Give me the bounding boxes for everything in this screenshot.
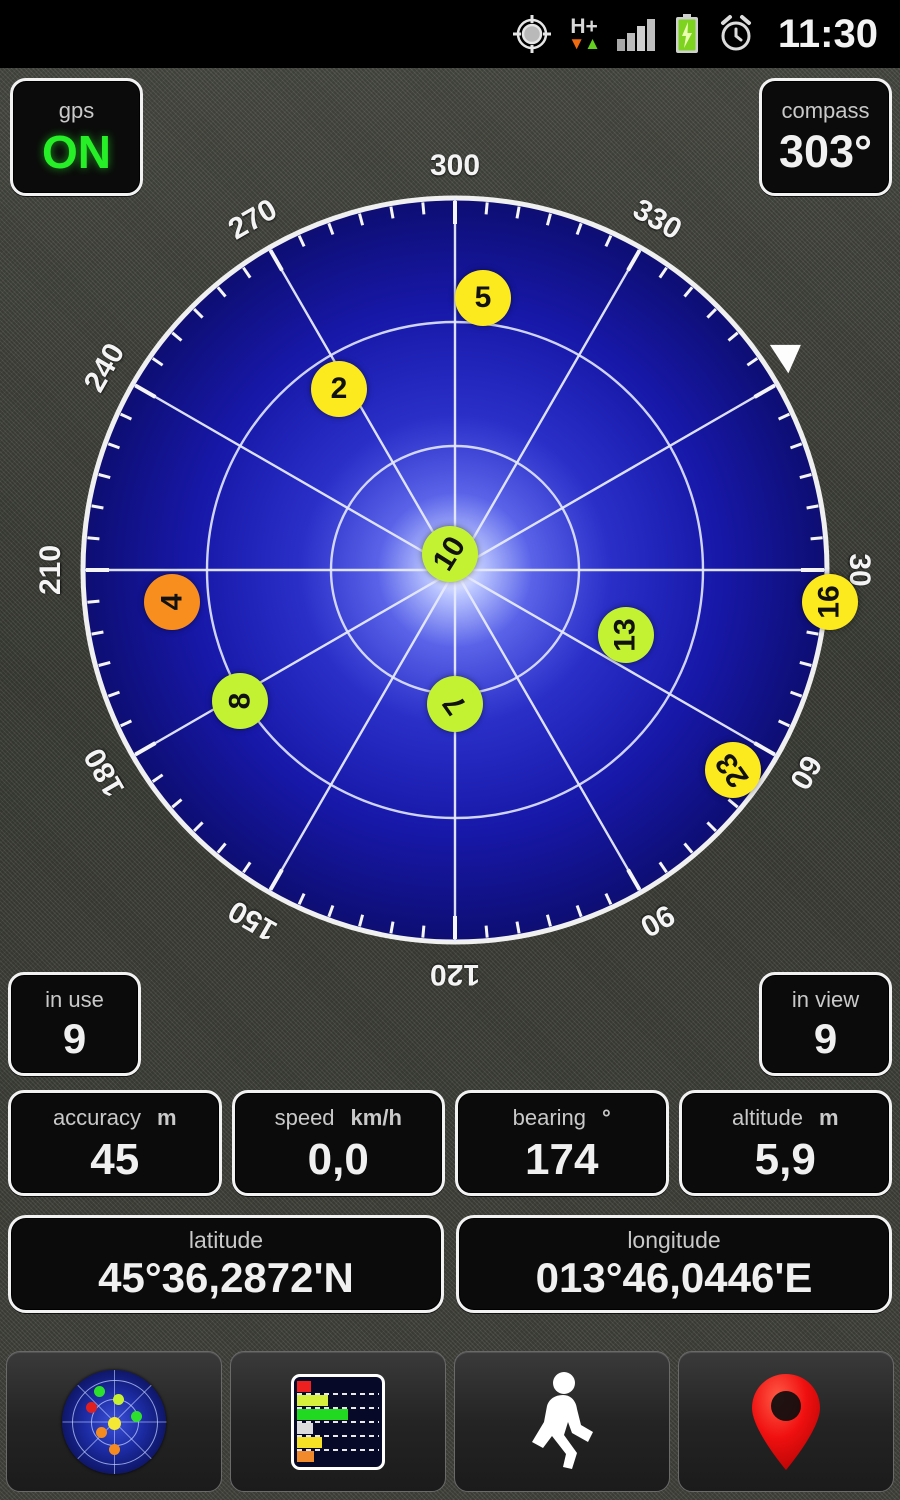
battery-charging-icon: [674, 14, 700, 54]
altitude-panel[interactable]: altitude m 5,9: [678, 1090, 892, 1196]
satellite-marker-5[interactable]: 5: [455, 270, 511, 326]
altitude-label: altitude: [731, 1104, 803, 1130]
radar-icon: [62, 1369, 167, 1474]
bearing-panel[interactable]: bearing ° 174: [455, 1090, 669, 1196]
trip-walking-tab[interactable]: [454, 1351, 670, 1492]
altitude-value: 5,9: [754, 1134, 816, 1184]
gps-status-label: gps: [58, 97, 95, 123]
satellite-id-label: 13: [609, 618, 642, 652]
compass-box[interactable]: compass 303°: [759, 78, 892, 196]
speed-panel[interactable]: speed km/h 0,0: [231, 1090, 445, 1196]
signal-bars-icon: [616, 17, 658, 51]
metrics-row: accuracy m 45 speed km/h 0,0 bearing ° 1…: [8, 1090, 892, 1196]
in-use-value: 9: [62, 1014, 87, 1062]
status-bar: H+ ▼▲ 11:30: [0, 0, 900, 68]
accuracy-value: 45: [90, 1134, 140, 1184]
satellite-id-label: 4: [155, 593, 188, 611]
satellite-id-label: 7: [436, 687, 473, 721]
satellite-marker-2[interactable]: 2: [311, 361, 367, 417]
status-bar-clock: 11:30: [777, 11, 878, 56]
dial-label-210: 210: [34, 544, 67, 596]
satellite-sky-plot[interactable]: 300 330 30 60 90 120 150 180 210 240 270 5 2 10 4 16 13…: [34, 149, 876, 991]
latitude-label: latitude: [188, 1227, 264, 1253]
map-pin-icon: [752, 1373, 820, 1470]
satellite-marker-13[interactable]: 13: [598, 607, 654, 663]
in-view-value: 9: [813, 1014, 838, 1062]
bearing-unit: °: [602, 1104, 611, 1130]
compass-label: compass: [781, 98, 870, 123]
speed-value: 0,0: [307, 1134, 369, 1184]
longitude-label: longitude: [627, 1227, 721, 1253]
accuracy-label: accuracy: [52, 1104, 141, 1130]
satellite-id-label: 10: [426, 530, 473, 577]
walking-person-icon: [532, 1371, 593, 1469]
sky-view-tab[interactable]: [6, 1351, 222, 1492]
satellite-marker-7[interactable]: 7: [427, 676, 483, 732]
gps-status-box[interactable]: gps ON: [10, 78, 143, 196]
bottom-tab-bar: [0, 1345, 900, 1500]
map-location-tab[interactable]: [678, 1351, 894, 1492]
satellites-in-use-box[interactable]: in use 9: [8, 972, 141, 1076]
altitude-unit: m: [818, 1104, 839, 1130]
longitude-panel[interactable]: longitude 013°46,0446'E: [456, 1215, 892, 1313]
satellites-in-view-box[interactable]: in view 9: [759, 972, 892, 1076]
longitude-value: 013°46,0446'E: [535, 1254, 813, 1301]
speed-unit: km/h: [350, 1104, 402, 1130]
satellite-id-label: 2: [330, 372, 348, 405]
gps-status-value: ON: [42, 125, 111, 178]
signal-bars-tab[interactable]: [230, 1351, 446, 1492]
in-view-label: in view: [791, 986, 860, 1012]
latitude-panel[interactable]: latitude 45°36,2872'N: [8, 1215, 444, 1313]
satellite-id-label: 16: [813, 585, 846, 619]
dial-label-300: 300: [429, 149, 481, 182]
satellite-marker-10[interactable]: 10: [422, 526, 478, 582]
coordinates-row: latitude 45°36,2872'N longitude 013°46,0…: [8, 1215, 892, 1313]
compass-value: 303°: [778, 126, 873, 177]
alarm-clock-icon: [716, 14, 756, 54]
satellite-marker-16[interactable]: 16: [802, 574, 858, 630]
bearing-label: bearing: [512, 1104, 587, 1130]
signal-bar-chart-icon: [291, 1373, 385, 1470]
accuracy-panel[interactable]: accuracy m 45: [8, 1090, 222, 1196]
hplus-data-icon: H+ ▼▲: [568, 16, 601, 53]
in-use-label: in use: [45, 986, 104, 1012]
accuracy-unit: m: [156, 1104, 177, 1130]
satellite-id-label: 8: [223, 692, 256, 710]
speed-label: speed: [274, 1104, 335, 1130]
satellite-id-label: 5: [474, 281, 492, 314]
gps-fix-icon: [512, 14, 552, 54]
satellite-id-label: 23: [709, 747, 756, 794]
dial-label-120: 120: [429, 958, 481, 991]
data-transfer-arrows: ▼▲: [568, 34, 601, 53]
bearing-value: 174: [525, 1134, 599, 1184]
satellite-marker-23[interactable]: 23: [705, 742, 761, 798]
satellite-marker-8[interactable]: 8: [212, 673, 268, 729]
latitude-value: 45°36,2872'N: [98, 1254, 354, 1301]
satellite-marker-4[interactable]: 4: [144, 574, 200, 630]
app-root: H+ ▼▲ 11:30 300 330 30 60 90 120 150 180…: [0, 0, 900, 1500]
